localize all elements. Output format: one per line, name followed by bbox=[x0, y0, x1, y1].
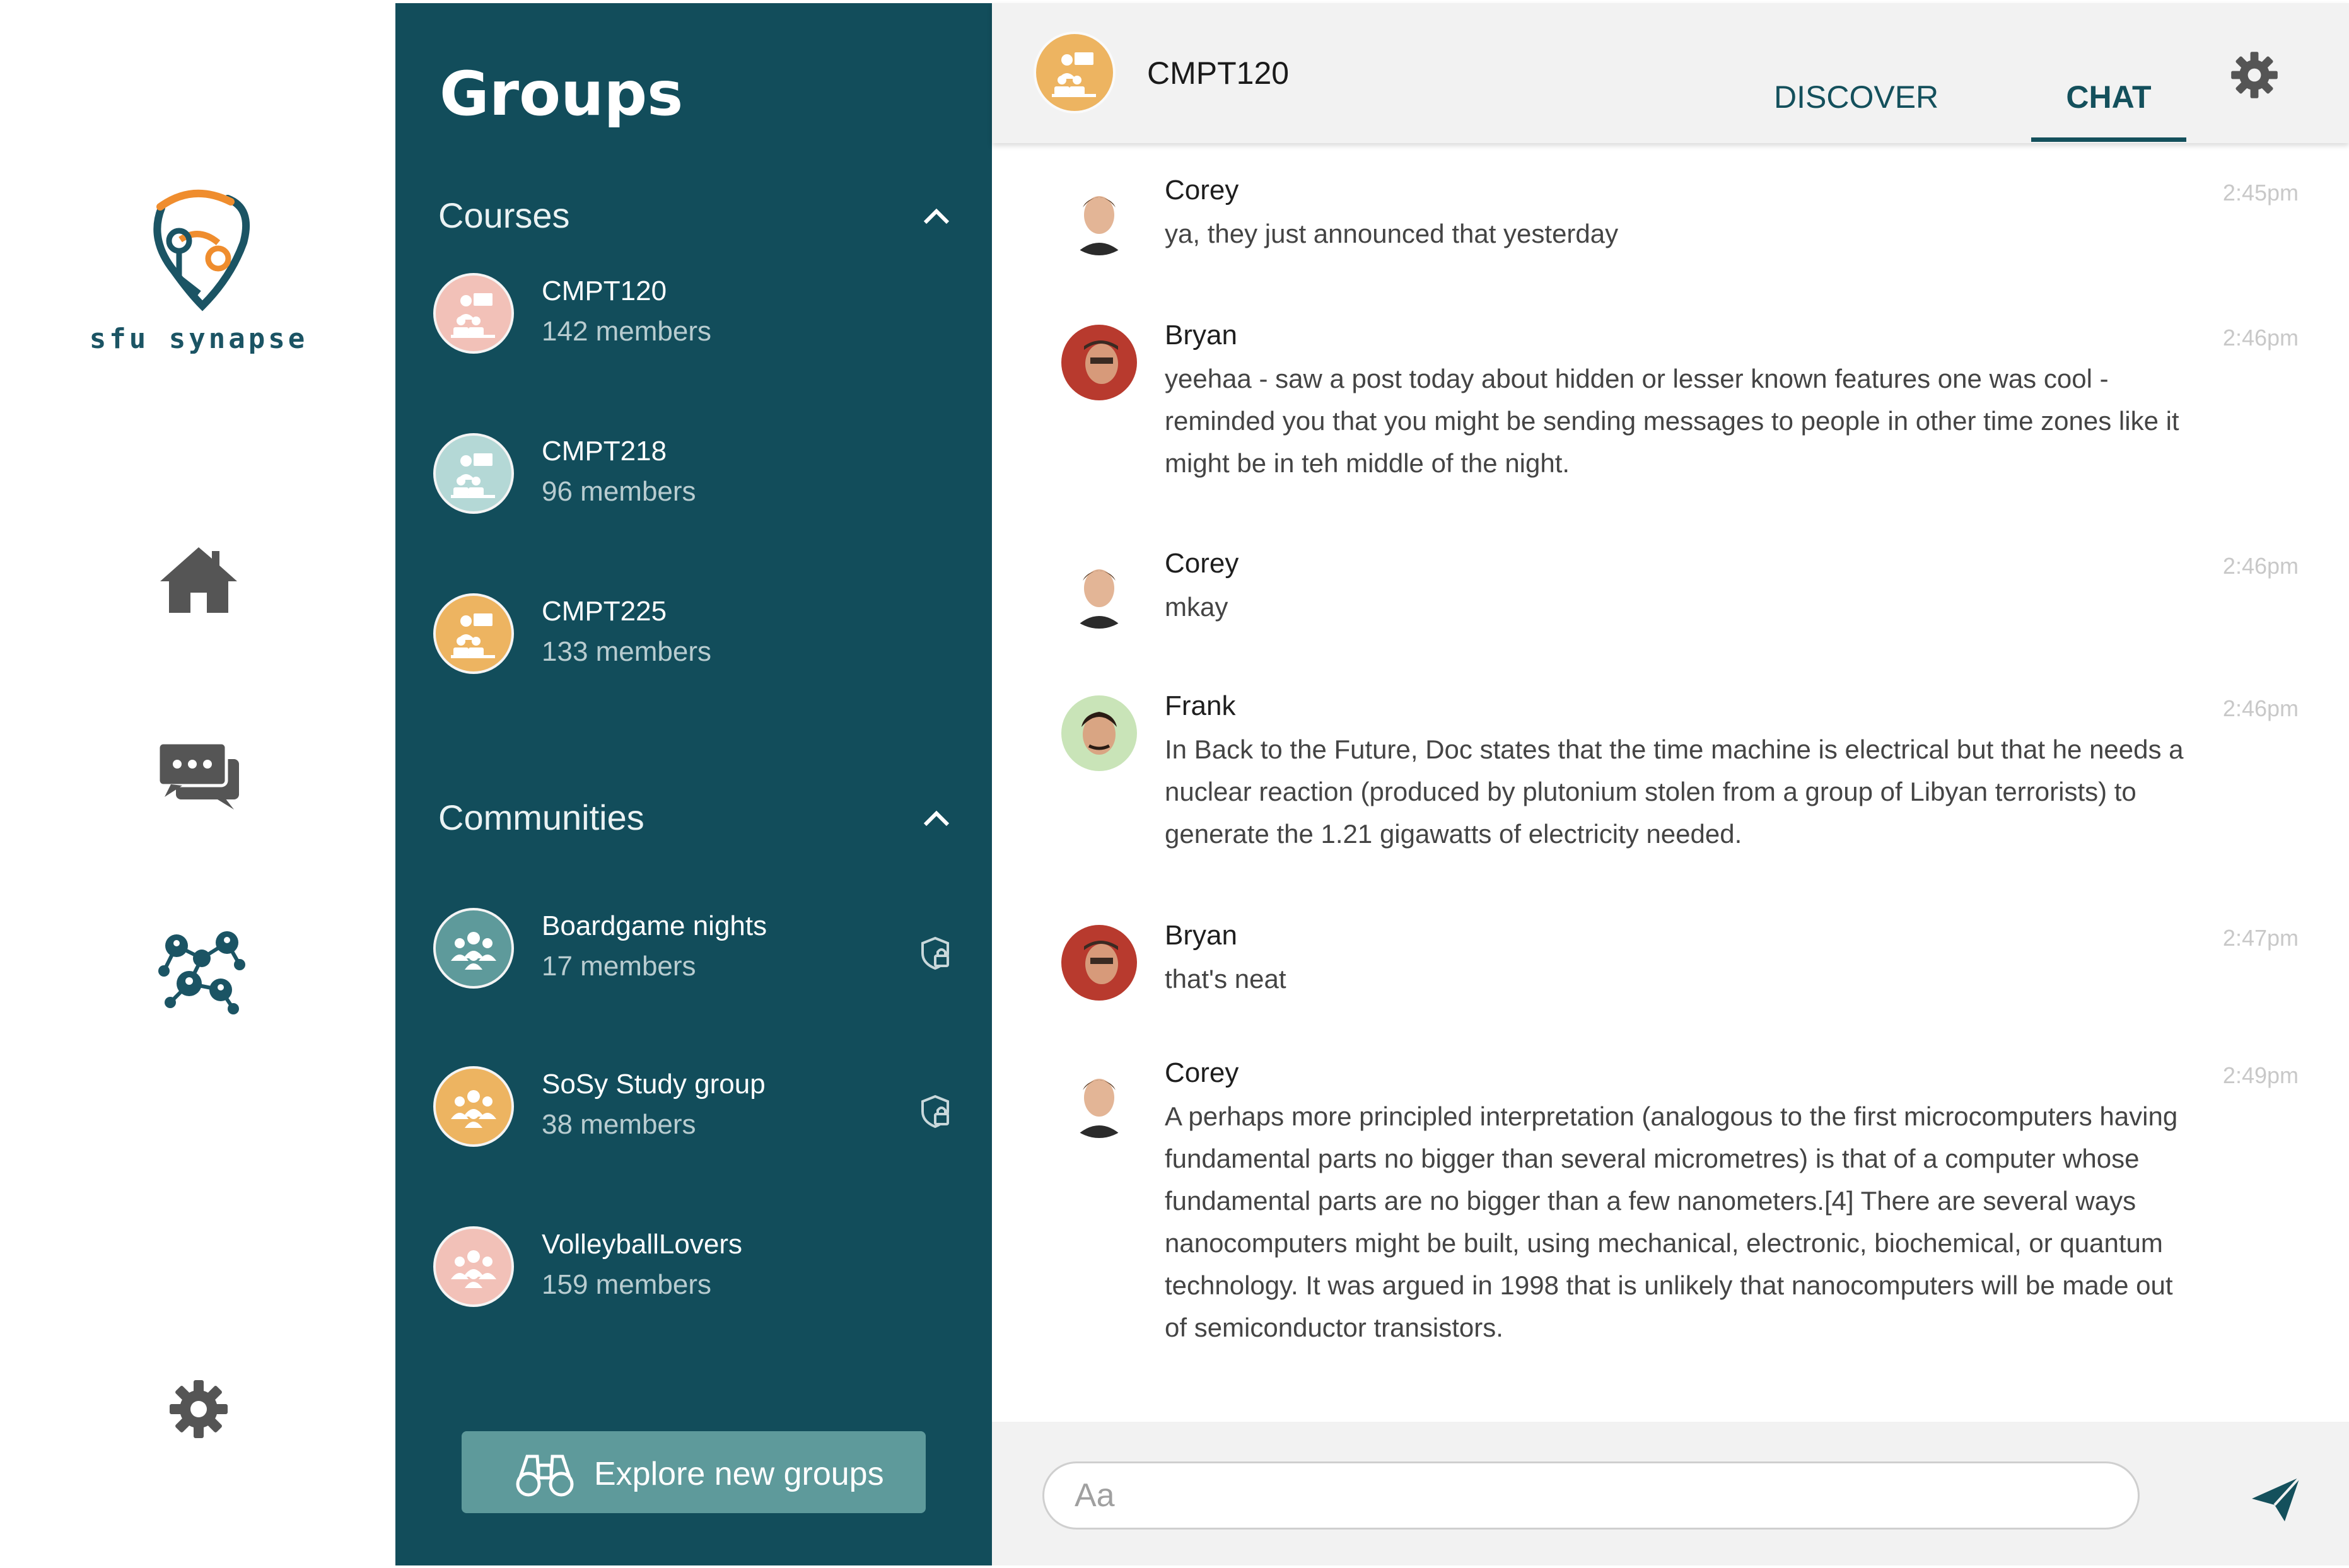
user-photo-icon bbox=[1061, 695, 1137, 771]
nav-network-button[interactable] bbox=[151, 920, 246, 1015]
group-name: VolleyballLovers bbox=[542, 1229, 742, 1260]
group-name: CMPT218 bbox=[542, 436, 667, 467]
tab-chat[interactable]: CHAT bbox=[2031, 79, 2186, 142]
message-time: 2:49pm bbox=[2222, 1062, 2299, 1088]
network-icon bbox=[158, 931, 245, 1014]
people-group-icon bbox=[451, 932, 496, 970]
message-text: mkay bbox=[1165, 592, 1228, 622]
group-member-count: 38 members bbox=[542, 1109, 696, 1140]
message-sender: Corey bbox=[1165, 1057, 1239, 1088]
message-text: A perhaps more principled interpretation… bbox=[1165, 1101, 2178, 1342]
app-logo: sfu synapse bbox=[81, 183, 317, 355]
logo-mark-icon bbox=[153, 189, 250, 311]
composer-bar bbox=[992, 1422, 2349, 1565]
message-time: 2:45pm bbox=[2222, 180, 2299, 206]
classroom-icon bbox=[451, 293, 495, 338]
group-member-count: 96 members bbox=[542, 476, 696, 507]
avatar-frank bbox=[1061, 695, 1137, 771]
chat-title: CMPT120 bbox=[1147, 55, 1290, 91]
group-avatar bbox=[433, 593, 514, 674]
message-sender: Corey bbox=[1165, 175, 1239, 206]
avatar-corey bbox=[1061, 553, 1137, 629]
message-sender: Corey bbox=[1165, 548, 1239, 579]
chevron-up-icon[interactable] bbox=[918, 197, 955, 235]
group-member-count: 17 members bbox=[542, 951, 696, 982]
user-photo-icon bbox=[1061, 180, 1137, 255]
home-icon bbox=[160, 547, 237, 613]
explore-new-groups-button[interactable]: Explore new groups bbox=[462, 1431, 926, 1513]
chat-bubbles-icon bbox=[156, 741, 239, 810]
classroom-icon bbox=[1052, 52, 1096, 97]
message-text: ya, they just announced that yesterday bbox=[1165, 219, 1619, 248]
logo-text: sfu synapse bbox=[89, 323, 308, 355]
group-avatar bbox=[433, 433, 514, 514]
gear-icon bbox=[170, 1380, 228, 1438]
shield-lock-icon bbox=[921, 1095, 949, 1129]
people-group-icon bbox=[451, 1090, 496, 1128]
nav-home-button[interactable] bbox=[151, 542, 246, 637]
group-name: CMPT225 bbox=[542, 596, 667, 627]
groups-title: Groups bbox=[440, 59, 684, 129]
tab-discover[interactable]: DISCOVER bbox=[1774, 79, 1938, 142]
chat-header: CMPT120 DISCOVER CHAT bbox=[992, 3, 2349, 143]
group-item-boardgame-nights[interactable]: Boardgame nights 17 members bbox=[433, 908, 969, 1002]
chevron-up-icon[interactable] bbox=[918, 799, 955, 837]
avatar-bryan bbox=[1061, 325, 1137, 400]
shield-lock-icon bbox=[921, 936, 949, 970]
group-member-count: 133 members bbox=[542, 636, 712, 667]
user-photo-icon bbox=[1061, 925, 1137, 1001]
message-list: Corey 2:45pm ya, they just announced tha… bbox=[992, 143, 2349, 1423]
message-text: yeehaa - saw a post today about hidden o… bbox=[1165, 364, 2179, 478]
group-avatar bbox=[433, 1226, 514, 1307]
message-input[interactable] bbox=[1042, 1461, 2140, 1530]
left-nav: sfu synapse bbox=[0, 0, 395, 1568]
classroom-icon bbox=[451, 453, 495, 498]
communities-label: Communities bbox=[438, 798, 644, 837]
group-name: CMPT120 bbox=[542, 276, 667, 306]
nav-settings-button[interactable] bbox=[151, 1378, 246, 1472]
classroom-icon bbox=[451, 613, 495, 658]
message-time: 2:47pm bbox=[2222, 925, 2299, 951]
people-group-icon bbox=[451, 1250, 496, 1288]
group-avatar bbox=[433, 1066, 514, 1147]
nav-chats-button[interactable] bbox=[151, 738, 246, 832]
explore-new-groups-label: Explore new groups bbox=[594, 1456, 884, 1492]
group-avatar bbox=[433, 273, 514, 354]
communities-section-header[interactable]: Communities bbox=[438, 788, 955, 845]
group-item-volleyballlovers[interactable]: VolleyballLovers 159 members bbox=[433, 1226, 969, 1321]
group-item-sosy-study-group[interactable]: SoSy Study group 38 members bbox=[433, 1066, 969, 1161]
gear-icon[interactable] bbox=[2229, 50, 2280, 100]
group-item-cmpt218[interactable]: CMPT218 96 members bbox=[433, 433, 969, 528]
message-sender: Frank bbox=[1165, 690, 1236, 721]
group-name: SoSy Study group bbox=[542, 1069, 766, 1100]
message-text: In Back to the Future, Doc states that t… bbox=[1165, 735, 2184, 849]
user-photo-icon bbox=[1061, 325, 1137, 400]
message-sender: Bryan bbox=[1165, 920, 1237, 951]
message-sender: Bryan bbox=[1165, 320, 1237, 351]
group-item-cmpt120[interactable]: CMPT120 142 members bbox=[433, 273, 969, 368]
avatar-corey bbox=[1061, 1062, 1137, 1138]
message-time: 2:46pm bbox=[2222, 553, 2299, 579]
user-photo-icon bbox=[1061, 1062, 1137, 1138]
message-time: 2:46pm bbox=[2222, 325, 2299, 351]
group-member-count: 142 members bbox=[542, 316, 712, 347]
avatar-corey bbox=[1061, 180, 1137, 255]
send-icon[interactable] bbox=[2247, 1471, 2304, 1528]
group-item-cmpt225[interactable]: CMPT225 133 members bbox=[433, 593, 969, 688]
courses-section-header[interactable]: Courses bbox=[438, 186, 955, 243]
chat-panel: CMPT120 DISCOVER CHAT Corey 2:45pm ya, t… bbox=[992, 3, 2349, 1565]
avatar-bryan bbox=[1061, 925, 1137, 1001]
groups-panel: Groups Courses CMPT120 142 members CMPT2… bbox=[395, 3, 992, 1565]
group-avatar bbox=[433, 908, 514, 989]
user-photo-icon bbox=[1061, 553, 1137, 629]
courses-label: Courses bbox=[438, 195, 570, 235]
message-time: 2:46pm bbox=[2222, 695, 2299, 721]
group-name: Boardgame nights bbox=[542, 910, 767, 941]
chat-group-avatar[interactable] bbox=[1034, 32, 1116, 113]
binoculars-icon bbox=[516, 1455, 574, 1497]
group-member-count: 159 members bbox=[542, 1269, 712, 1300]
message-text: that's neat bbox=[1165, 964, 1286, 994]
